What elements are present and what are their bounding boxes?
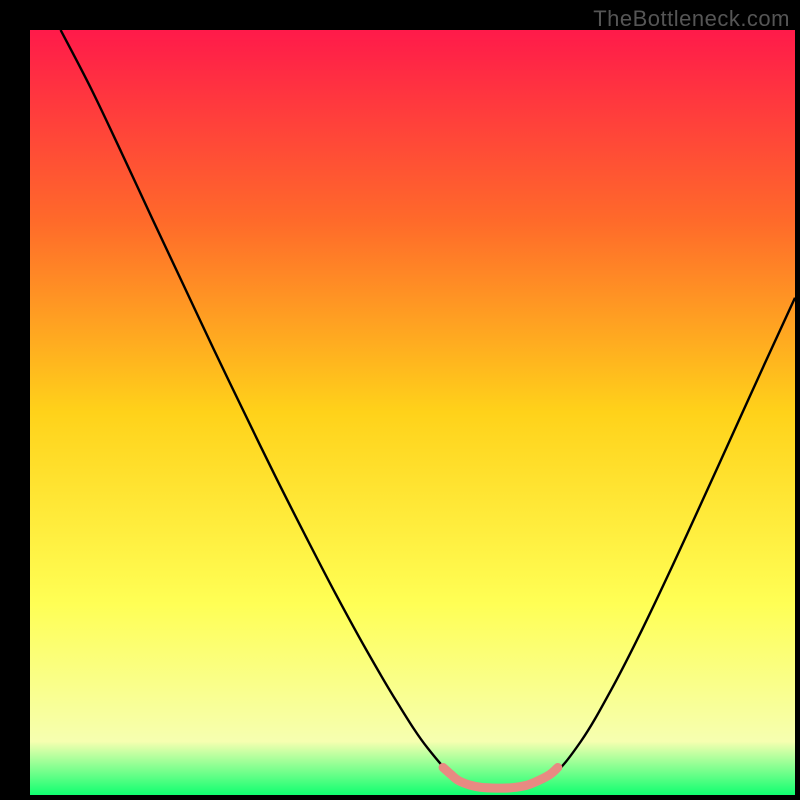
bottleneck-chart [0,0,800,800]
plot-background [30,30,795,795]
watermark-text: TheBottleneck.com [593,6,790,32]
chart-container: TheBottleneck.com [0,0,800,800]
